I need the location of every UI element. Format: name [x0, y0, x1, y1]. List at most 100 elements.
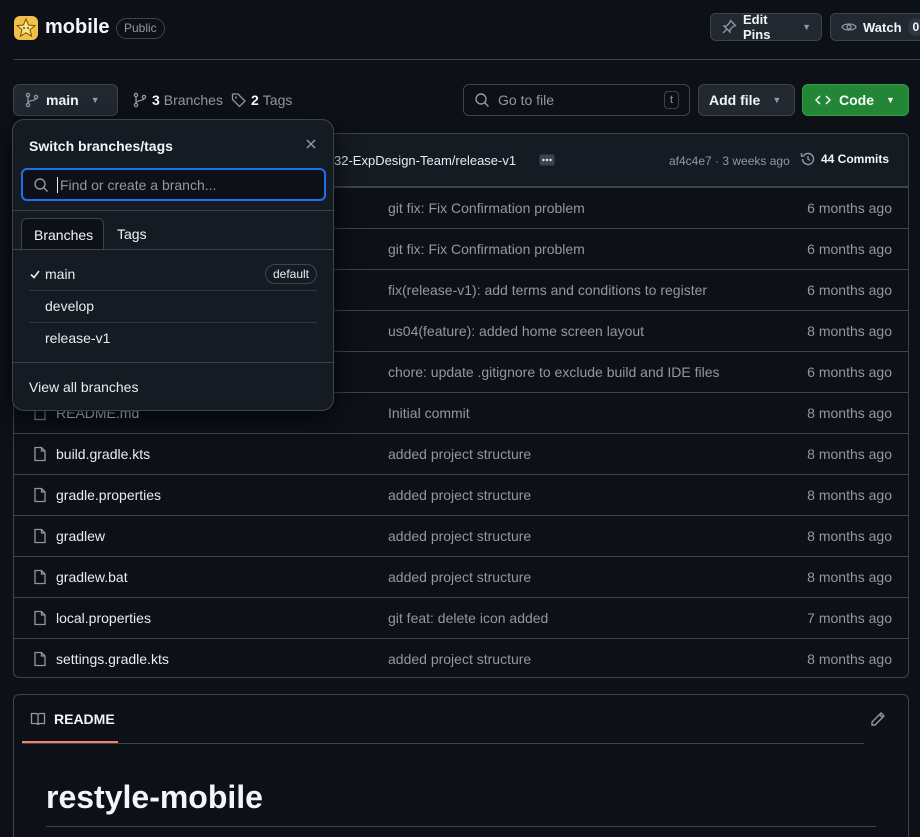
file-commit-message[interactable]: chore: update .gitignore to exclude buil… — [388, 364, 720, 380]
branches-link[interactable]: 3 Branches — [132, 92, 223, 108]
readme-tab[interactable]: README — [30, 711, 115, 727]
branch-item[interactable]: main default — [29, 258, 317, 290]
go-to-file-placeholder: Go to file — [498, 92, 555, 108]
git-branch-icon — [132, 92, 148, 108]
file-row[interactable]: build.gradle.kts added project structure 8… — [14, 433, 908, 474]
file-commit-message[interactable]: added project structure — [388, 446, 531, 462]
dropdown-title: Switch branches/tags — [29, 138, 173, 154]
chevron-down-icon: ▼ — [90, 95, 100, 105]
code-label: Code — [839, 92, 874, 108]
file-commit-date: 6 months ago — [807, 241, 892, 257]
file-commit-message[interactable]: git feat: delete icon added — [388, 610, 548, 626]
ellipsis-icon[interactable] — [539, 154, 555, 166]
file-commit-message[interactable]: added project structure — [388, 528, 531, 544]
chevron-down-icon: ▼ — [886, 95, 895, 105]
file-commit-date: 8 months ago — [807, 323, 892, 339]
edit-pins-button[interactable]: Edit Pins ▼ — [710, 12, 822, 42]
dropdown-tabs-divider — [13, 249, 333, 250]
book-icon — [30, 711, 46, 727]
watch-button[interactable]: Watch 0 — [830, 13, 920, 41]
branch-item[interactable]: develop — [29, 290, 317, 322]
latest-commit-message[interactable]: 32-ExpDesign-Team/release-v1 — [334, 153, 516, 168]
default-branch-badge: default — [264, 264, 317, 284]
watch-count: 0 — [907, 18, 920, 36]
tab-tags[interactable]: Tags — [105, 218, 159, 250]
file-row[interactable]: gradlew added project structure 8 months a… — [14, 515, 908, 556]
header-divider — [14, 59, 920, 60]
file-commit-message[interactable]: added project structure — [388, 487, 531, 503]
history-icon — [800, 151, 816, 167]
tags-count: 2 — [251, 92, 259, 108]
file-name[interactable]: gradlew — [56, 528, 105, 544]
repo-name[interactable]: mobile — [45, 16, 109, 39]
add-file-button[interactable]: Add file ▼ — [698, 84, 795, 116]
tags-label: Tags — [262, 92, 293, 108]
dropdown-divider — [13, 210, 333, 211]
file-icon — [32, 487, 48, 503]
file-commit-message[interactable]: Initial commit — [388, 405, 470, 421]
tab-branches[interactable]: Branches — [21, 218, 104, 250]
file-commit-date: 6 months ago — [807, 282, 892, 298]
file-name[interactable]: gradlew.bat — [56, 569, 128, 585]
branch-filter-placeholder: Find or create a branch... — [60, 176, 217, 193]
commits-link[interactable]: 44 Commits — [800, 151, 889, 167]
close-icon[interactable] — [305, 138, 317, 150]
view-all-branches-link[interactable]: View all branches — [29, 379, 138, 395]
go-to-file-input[interactable]: Go to file t — [463, 84, 690, 116]
commit-sha-time[interactable]: af4c4e7 · 3 weeks ago — [669, 154, 790, 168]
tags-link[interactable]: 2 Tags — [231, 92, 292, 108]
eye-icon — [841, 19, 857, 35]
file-row[interactable]: gradlew.bat added project structure 8 mont… — [14, 556, 908, 597]
chevron-down-icon: ▼ — [772, 95, 782, 105]
file-commit-date: 8 months ago — [807, 569, 892, 585]
file-name[interactable]: local.properties — [56, 610, 151, 626]
readme-panel: README restyle-mobile — [13, 694, 909, 837]
current-branch-label: main — [46, 92, 79, 108]
branch-filter-input[interactable]: Find or create a branch... — [21, 168, 326, 201]
check-icon — [29, 268, 45, 280]
file-name[interactable]: settings.gradle.kts — [56, 651, 169, 667]
code-button[interactable]: Code ▼ — [802, 84, 909, 116]
branch-select-button[interactable]: main ▼ — [13, 84, 118, 116]
file-icon — [32, 446, 48, 462]
pin-icon — [721, 19, 737, 35]
file-commit-message[interactable]: added project structure — [388, 651, 531, 667]
file-commit-message[interactable]: git fix: Fix Confirmation problem — [388, 200, 585, 216]
file-commit-message[interactable]: added project structure — [388, 569, 531, 585]
dropdown-footer-divider — [13, 362, 333, 363]
file-name[interactable]: gradle.properties — [56, 487, 161, 503]
branch-name: main — [45, 266, 76, 282]
edit-pins-label: Edit Pins — [743, 12, 771, 42]
readme-heading: restyle-mobile — [46, 779, 263, 815]
file-commit-date: 6 months ago — [807, 200, 892, 216]
file-commit-date: 7 months ago — [807, 610, 892, 626]
branch-switch-dropdown: Switch branches/tags Find or create a br… — [12, 119, 334, 411]
branch-name: release-v1 — [45, 330, 111, 346]
branch-name: develop — [45, 298, 95, 314]
file-commit-message[interactable]: us04(feature): added home screen layout — [388, 323, 644, 339]
file-commit-message[interactable]: fix(release-v1): add terms and condition… — [388, 282, 707, 298]
file-icon — [32, 651, 48, 667]
pencil-icon[interactable] — [870, 711, 886, 727]
branch-item[interactable]: release-v1 — [29, 322, 317, 354]
go-to-file-shortcut: t — [663, 91, 679, 109]
readme-tab-label: README — [54, 711, 115, 727]
file-commit-date: 6 months ago — [807, 364, 892, 380]
file-row[interactable]: settings.gradle.kts added project structu… — [14, 638, 908, 677]
file-row[interactable]: gradle.properties added project structure… — [14, 474, 908, 515]
file-name[interactable]: build.gradle.kts — [56, 446, 150, 462]
git-branch-icon — [24, 92, 40, 108]
file-icon — [32, 610, 48, 626]
branches-count: 3 — [152, 92, 160, 108]
readme-divider — [22, 743, 864, 744]
file-icon — [32, 528, 48, 544]
visibility-badge: Public — [116, 18, 165, 39]
search-icon — [474, 92, 490, 108]
file-row[interactable]: local.properties git feat: delete icon ad… — [14, 597, 908, 638]
file-commit-date: 8 months ago — [807, 528, 892, 544]
add-file-label: Add file — [709, 92, 761, 108]
file-commit-message[interactable]: git fix: Fix Confirmation problem — [388, 241, 585, 257]
readme-heading-rule — [46, 826, 876, 827]
chevron-down-icon: ▼ — [802, 22, 811, 32]
file-commit-date: 8 months ago — [807, 487, 892, 503]
